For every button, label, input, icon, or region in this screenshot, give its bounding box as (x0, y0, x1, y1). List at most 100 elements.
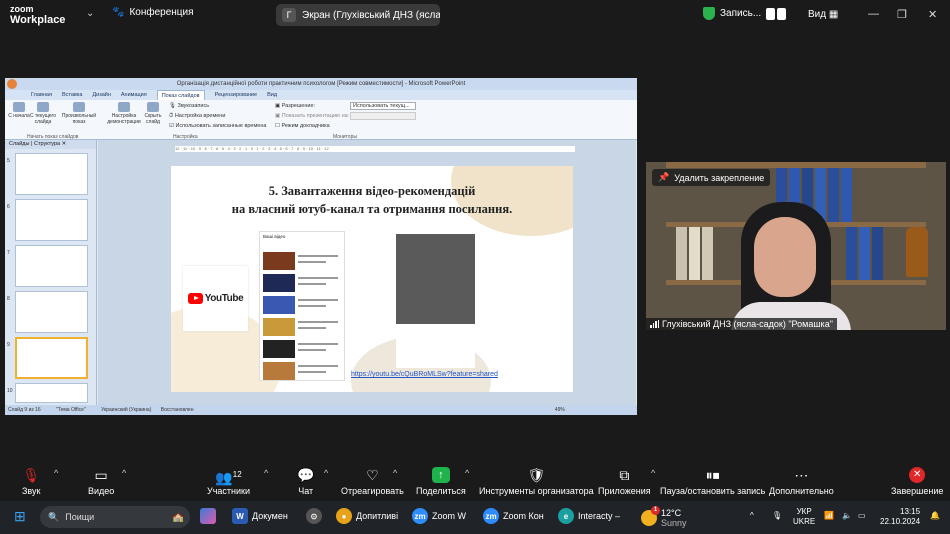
presenter-view-checkbox[interactable]: ☐ Режим докладчика (275, 123, 330, 129)
search-highlight-icon: 🏫 (172, 511, 184, 522)
weather-widget[interactable]: 1 12°C Sunny (641, 506, 687, 528)
chrome-app[interactable]: ● Допитливі (336, 508, 398, 524)
chevron-up-icon[interactable]: ^ (393, 468, 397, 478)
slide-thumbnail-selected[interactable] (15, 337, 88, 379)
paw-icon: 🐾 (112, 7, 125, 18)
zoom-workplace-app[interactable]: zm Zoom W (412, 508, 466, 524)
language-indicator[interactable]: УКР UKRE (793, 507, 815, 527)
slide-thumbnail[interactable] (15, 199, 88, 241)
current-slide: 5. Завантаження відео-рекомендацій на вл… (171, 166, 573, 392)
video-link[interactable]: https://youtu.be/cQuBRoMLSw?feature=shar… (351, 371, 498, 378)
apps-button[interactable]: ⧉ Приложения (598, 467, 651, 496)
chevron-up-icon[interactable]: ^ (750, 511, 754, 520)
tab-review[interactable]: Рецензирование (215, 90, 257, 100)
chevron-up-icon[interactable]: ^ (324, 468, 328, 478)
pause-icon[interactable] (766, 7, 788, 20)
wifi-icon[interactable]: 📶 (824, 511, 834, 520)
chrome-label: Допитливі (356, 511, 399, 521)
hide-slide-label: Скрыть слайд (144, 113, 162, 125)
pause-recording-button[interactable]: ⏸⏹ Пауза/остановить запись (660, 467, 765, 496)
tab-outline[interactable]: Структура (34, 141, 60, 147)
share-button[interactable]: ↑ Поделиться (416, 467, 466, 496)
share-label: Поделиться (416, 486, 466, 496)
share-screen-icon: ↑ (431, 467, 450, 483)
custom-show-button[interactable]: Произвольный показ (61, 100, 97, 125)
tab-insert[interactable]: Вставка (62, 90, 82, 100)
slide-thumbnail[interactable] (15, 245, 88, 287)
chevron-up-icon[interactable]: ^ (465, 468, 469, 478)
slide-title-line1: 5. Завантаження відео-рекомендацій (268, 184, 476, 198)
tab-animation[interactable]: Анимация (121, 90, 147, 100)
chat-icon: 💬 (297, 467, 315, 483)
windows-start-icon[interactable]: ⊞ (14, 508, 26, 525)
close-icon[interactable]: ✕ (928, 8, 937, 21)
tab-slideshow[interactable]: Показ слайдов (156, 90, 205, 100)
pin-icon: 📌 (658, 172, 670, 182)
chat-button[interactable]: 💬 Чат (297, 467, 314, 496)
rehearse-button[interactable]: 🎙 Звукозапись (169, 103, 209, 109)
zoom2-label: Zoom Кон (503, 511, 544, 521)
video-thumb (263, 252, 295, 270)
slide-title: 5. Завантаження відео-рекомендацій на вл… (171, 182, 573, 218)
participants-button[interactable]: 👥12 Участники (207, 467, 250, 496)
edge-app[interactable]: e Interacty – (558, 508, 620, 524)
view-button[interactable]: Вид ▦ (808, 9, 838, 20)
hide-slide-button[interactable]: Скрыть слайд (141, 100, 165, 125)
minimize-icon[interactable]: — (868, 8, 879, 20)
pause-stop-icon: ⏸⏹ (705, 467, 720, 483)
microphone-icon[interactable]: 🎙 (772, 511, 782, 520)
setup-time-button[interactable]: ⏱ Настройка времени (169, 113, 225, 120)
chevron-up-icon[interactable]: ^ (54, 468, 58, 478)
participant-video[interactable] (646, 162, 946, 330)
chevron-up-icon[interactable]: ^ (264, 468, 268, 478)
mute-button[interactable]: 🎙 Звук (22, 467, 40, 496)
from-current-button[interactable]: С текущего слайда (29, 100, 57, 125)
tab-view[interactable]: Вид (267, 90, 277, 100)
zoom-workplace-logo[interactable]: zoom Workplace (10, 4, 65, 26)
end-meeting-button[interactable]: ✕ Завершение (891, 467, 943, 496)
search-placeholder: Поищи (65, 512, 95, 522)
office-button-icon[interactable] (7, 79, 17, 89)
view-label: Вид (808, 9, 827, 20)
pinned-app[interactable]: ⊙ (306, 508, 322, 524)
restore-icon[interactable]: ❐ (897, 8, 907, 21)
zoom-meeting-app[interactable]: zm Zoom Кон (483, 508, 544, 524)
word-app[interactable]: W Докумен (232, 508, 288, 524)
recording-indicator[interactable]: Запись... (703, 7, 788, 20)
slide-thumbnail[interactable] (15, 291, 88, 333)
slide-title-line2: на власний ютуб-канал та отримання посил… (231, 202, 513, 216)
tab-slides[interactable]: Слайды (9, 141, 29, 147)
slide-number: 10 (7, 388, 13, 394)
setup-show-label: Настройка демонстрации (107, 113, 141, 125)
tab-design[interactable]: Дизайн (92, 90, 111, 100)
notifications-icon[interactable]: 🔔 (930, 511, 940, 520)
slide-thumbnail[interactable] (15, 383, 88, 403)
unpin-button[interactable]: 📌 Удалить закрепление (652, 169, 771, 186)
battery-icon[interactable]: ▭ (858, 511, 866, 520)
chevron-up-icon[interactable]: ^ (122, 468, 126, 478)
copilot-app[interactable] (200, 508, 216, 524)
clock[interactable]: 13:15 22.10.2024 (880, 507, 920, 527)
volume-icon[interactable]: 🔈 (842, 511, 852, 520)
taskbar-search[interactable]: 🔍 Поищи 🏫 (40, 506, 190, 528)
decor-vase (906, 227, 928, 277)
status-language: Украинский (Украина) (101, 407, 152, 413)
slide-thumbnail[interactable] (15, 153, 88, 195)
show-on-select[interactable] (350, 112, 416, 120)
more-button[interactable]: ⋯ Дополнительно (769, 467, 834, 496)
conference-info-button[interactable]: 🐾 Конференция (112, 7, 194, 18)
setup-show-button[interactable]: Настройка демонстрации (105, 100, 143, 125)
zoom-icon: zm (412, 508, 428, 524)
chevron-down-icon[interactable]: ⌄ (86, 8, 94, 19)
tab-home[interactable]: Главная (31, 90, 52, 100)
zoom1-label: Zoom W (432, 511, 467, 521)
chevron-up-icon[interactable]: ^ (651, 468, 655, 478)
screen-share-indicator[interactable]: Г Экран (Глухівський ДНЗ (ясла-с ⋯ (276, 4, 440, 26)
status-zoom[interactable]: 49% (555, 407, 565, 413)
resolution-select[interactable]: Использовать текущ... (350, 102, 416, 110)
binder (859, 227, 870, 280)
use-timings-checkbox[interactable]: ☑ Использовать записанные времена (169, 123, 266, 129)
video-button[interactable]: ▭ Видео (88, 467, 114, 496)
host-tools-button[interactable]: 🛡 Инструменты организатора (479, 467, 594, 496)
chat-label: Чат (298, 486, 314, 496)
